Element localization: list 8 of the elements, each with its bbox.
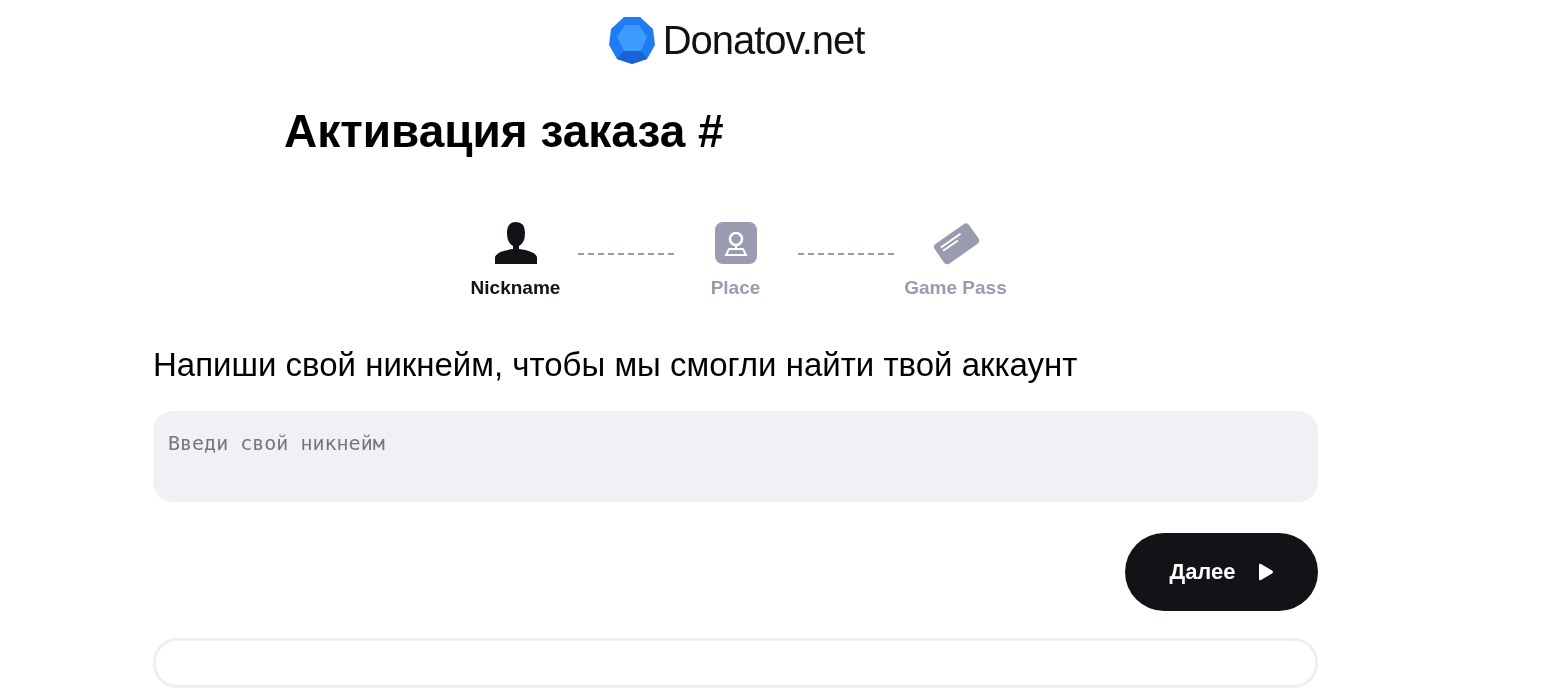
next-button[interactable]: Далее <box>1125 532 1318 611</box>
logo-text[interactable]: Donatov.net <box>662 20 865 60</box>
person-icon <box>492 221 539 265</box>
step-label[interactable]: Nickname <box>470 274 561 303</box>
gem-logo-icon <box>606 15 657 65</box>
map-pin-icon <box>714 222 757 264</box>
nickname-field[interactable]: Введи свой никнейм <box>153 410 1318 502</box>
prompt-text: Напиши свой никнейм, чтобы мы смогли найти твой аккаунт <box>153 347 1079 381</box>
